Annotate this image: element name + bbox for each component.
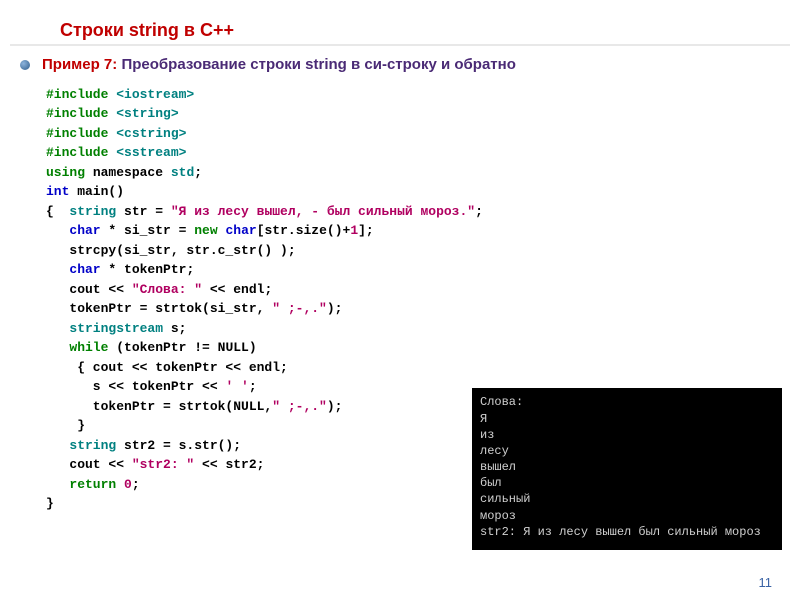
slide: Строки string в С++ Пример 7: Преобразов… [0, 0, 800, 600]
example-text: Преобразование строки string в си-строку… [121, 56, 515, 73]
example-heading: Пример 7: Преобразование строки string в… [20, 55, 770, 75]
example-subtitle: Пример 7: Преобразование строки string в… [42, 55, 516, 75]
slide-title: Строки string в С++ [60, 20, 770, 41]
page-number: 11 [759, 575, 773, 590]
bullet-icon [20, 60, 30, 70]
console-output: Слова: Я из лесу вышел был сильный мороз… [472, 388, 782, 550]
example-label: Пример 7: [42, 56, 121, 73]
divider [10, 44, 790, 46]
